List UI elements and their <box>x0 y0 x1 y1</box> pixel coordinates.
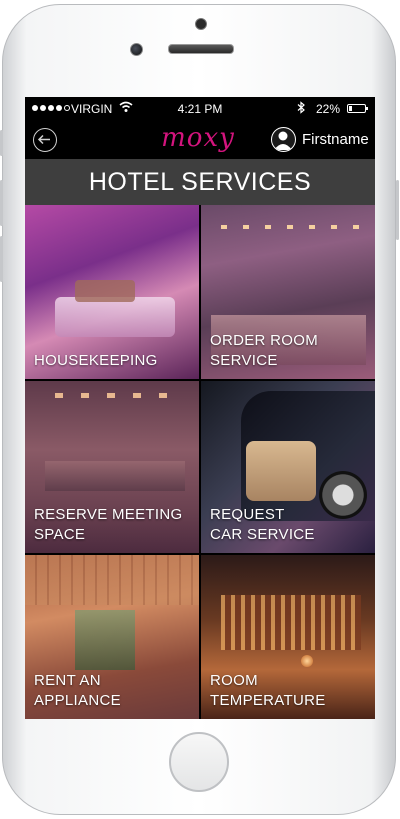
volume-down-button <box>0 236 3 282</box>
car-wheel <box>319 471 367 519</box>
back-arrow-icon <box>37 134 50 145</box>
pendant-lights <box>221 225 361 229</box>
power-button <box>396 180 399 240</box>
meeting-room-image <box>45 461 185 491</box>
car-seat <box>246 441 316 501</box>
moxy-logo: moxy <box>161 123 235 153</box>
service-label: RESERVE MEETING SPACE <box>34 506 183 543</box>
wood-panels <box>25 555 199 605</box>
home-button[interactable] <box>169 732 229 792</box>
service-tile-reserve-meeting-space[interactable]: RESERVE MEETING SPACE <box>25 381 199 553</box>
status-bar: VIRGIN 4:21 PM 22% <box>25 97 375 121</box>
service-label: ORDER ROOM SERVICE <box>210 332 318 369</box>
bedroom-image <box>55 297 175 337</box>
service-tile-request-car-service[interactable]: REQUEST CAR SERVICE <box>201 381 375 553</box>
candle-glow <box>301 655 313 667</box>
user-avatar-icon <box>271 127 296 152</box>
mute-switch <box>0 130 3 156</box>
user-name: Firstname <box>302 131 369 148</box>
bar-shelves-image <box>221 595 361 650</box>
user-profile[interactable]: Firstname <box>271 127 369 152</box>
app-screen: VIRGIN 4:21 PM 22% moxy Firstname HOTEL … <box>25 97 375 719</box>
page-title: HOTEL SERVICES <box>25 159 375 205</box>
bed-headboard <box>75 280 135 302</box>
bluetooth-icon <box>297 101 305 114</box>
service-label: ROOM TEMPERATURE <box>210 672 326 709</box>
service-tile-rent-an-appliance[interactable]: RENT AN APPLIANCE <box>25 555 199 719</box>
service-label: RENT AN APPLIANCE <box>34 672 121 709</box>
service-label: HOUSEKEEPING <box>34 352 158 369</box>
battery-percent: 22% <box>316 102 341 116</box>
proximity-sensor <box>195 18 207 30</box>
battery-icon <box>347 104 368 113</box>
service-label: REQUEST CAR SERVICE <box>210 506 315 543</box>
ceiling-lamps <box>55 393 185 398</box>
service-tile-housekeeping[interactable]: HOUSEKEEPING <box>25 205 199 379</box>
service-tile-room-temperature[interactable]: ROOM TEMPERATURE <box>201 555 375 719</box>
service-tile-order-room-service[interactable]: ORDER ROOM SERVICE <box>201 205 375 379</box>
volume-up-button <box>0 180 3 226</box>
corridor-image <box>75 610 135 670</box>
back-button[interactable] <box>33 128 57 152</box>
services-grid: HOUSEKEEPING ORDER ROOM SERVICE RESERVE … <box>25 205 375 719</box>
nav-bar: moxy Firstname <box>25 121 375 159</box>
earpiece-speaker <box>168 44 234 54</box>
front-camera-icon <box>130 43 143 56</box>
